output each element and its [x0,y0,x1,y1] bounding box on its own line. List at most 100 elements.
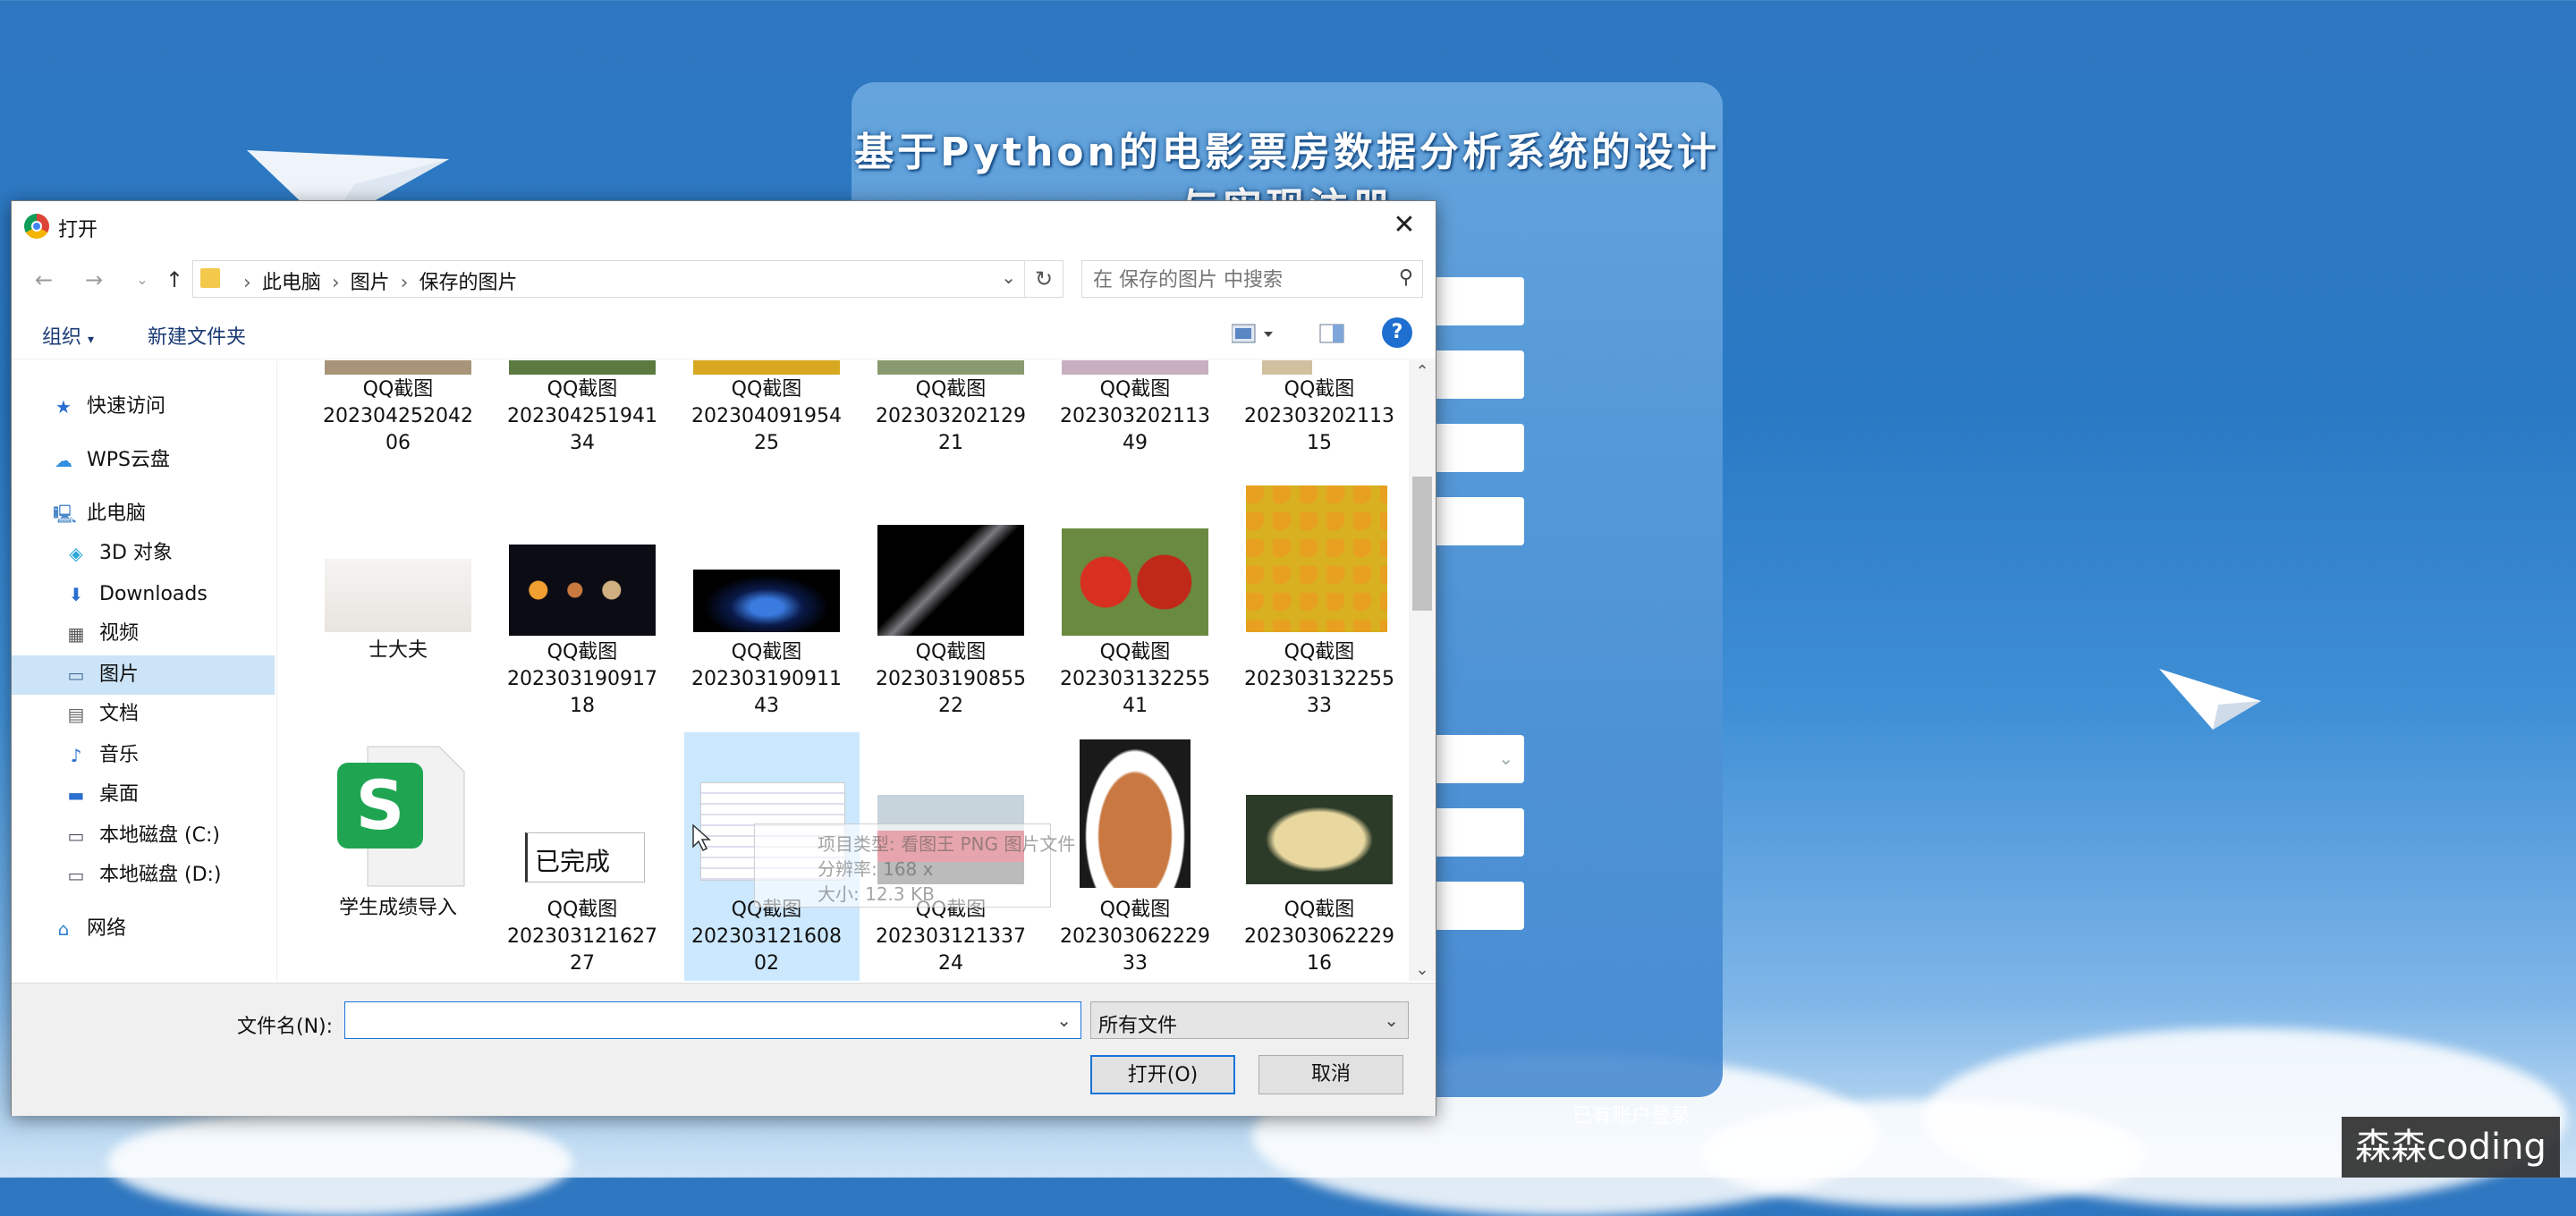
file-item[interactable]: QQ截图 202303121627 27 [495,897,670,977]
file-thumbnail [877,360,1024,375]
open-button[interactable]: 打开(O) [1090,1055,1235,1094]
search-box[interactable]: ⚲ [1081,260,1423,298]
sidebar-item-downloads[interactable]: ⬇ Downloads [12,575,275,614]
vertical-scrollbar[interactable]: ⌃ ⌄ [1409,360,1436,981]
cloud [1699,1100,2147,1207]
file-item[interactable]: QQ截图 202303121608 02 [679,897,854,977]
sidebar-item-drive-d[interactable]: ▭ 本地磁盘 (D:) [12,856,275,895]
file-name: 202303121608 [691,925,842,948]
chevron-down-icon[interactable]: ⌄ [1001,266,1016,288]
help-icon[interactable]: ? [1382,317,1412,348]
sidebar-item-label: 本地磁盘 (D:) [99,864,222,886]
new-folder-button[interactable]: 新建文件夹 [148,321,246,350]
chevron-right-icon: › [331,272,340,294]
login-link[interactable]: 已有账户登录 [1572,1100,1690,1128]
file-name: 33 [1123,952,1148,975]
forward-arrow-icon[interactable]: → [78,264,110,296]
register-field[interactable] [1431,350,1524,399]
thumbnail-text: 已完成 [535,847,611,876]
sidebar-item-music[interactable]: ♪ 音乐 [12,736,275,775]
file-name: 202303062229 [1060,925,1210,948]
back-arrow-icon[interactable]: ← [28,264,60,296]
preview-pane-icon[interactable] [1319,321,1346,346]
up-arrow-icon[interactable]: ↑ [158,264,191,296]
search-input[interactable] [1091,266,1381,293]
file-item[interactable]: QQ截图 202303132255 33 [1232,639,1407,720]
sidebar-item-desktop[interactable]: ▬ 桌面 [12,775,275,815]
close-button[interactable]: ✕ [1373,201,1436,249]
chevron-right-icon: › [400,272,409,294]
chevron-right-icon: › [243,272,251,294]
sidebar-item-network[interactable]: ⌂ 网络 [12,909,275,949]
file-name: 43 [754,695,779,717]
register-select[interactable]: ⌄ [1431,735,1524,783]
sidebar-item-label: 网络 [87,917,127,940]
chevron-down-icon[interactable]: ⌄ [1412,960,1432,979]
file-item[interactable]: 士大夫 [310,638,486,664]
file-item[interactable]: QQ截图 202304091954 25 [679,376,854,457]
file-name: 202303190917 [507,668,657,690]
file-name: 202304251941 [507,405,657,427]
sidebar-item-3d-objects[interactable]: ◈ 3D 对象 [12,534,275,573]
sidebar-item-this-pc[interactable]: 🖳 此电脑 [12,494,275,534]
view-options-icon[interactable] [1231,321,1273,346]
filename-input[interactable] [352,1008,1036,1034]
register-field[interactable] [1431,808,1524,857]
file-item[interactable]: QQ截图 202303190911 43 [679,639,854,720]
breadcrumb-item[interactable]: 保存的图片 [419,272,517,294]
filetype-select[interactable]: 所有文件 ⌄ [1090,1001,1409,1039]
mouse-cursor-icon [692,823,711,852]
chevron-down-icon: ⌄ [1384,1009,1399,1031]
file-item[interactable]: QQ截图 202304252042 06 [310,376,486,457]
sidebar-item-quick-access[interactable]: ★ 快速访问 [12,387,275,426]
sidebar-item-documents[interactable]: ▤ 文档 [12,695,275,734]
sidebar-item-videos[interactable]: ▦ 视频 [12,614,275,654]
file-thumbnail [693,570,840,632]
file-name: QQ截图 [1284,378,1355,401]
refresh-icon[interactable]: ↻ [1024,261,1063,297]
chevron-up-icon[interactable]: ⌃ [1412,362,1432,381]
tooltip-size: 大小: 12.3 KB [818,883,935,905]
drag-tooltip: 项目类型: 看图王 PNG 图片文件 分辨率: 168 x 大小: 12.3 K… [754,823,1075,908]
register-field[interactable] [1431,882,1524,930]
sidebar-item-wps-cloud[interactable]: ☁ WPS云盘 [12,441,275,480]
register-field[interactable] [1431,497,1524,545]
file-name: QQ截图 [915,378,987,401]
file-item[interactable]: QQ截图 202303062229 16 [1232,897,1407,977]
search-icon[interactable]: ⚲ [1399,266,1413,289]
recent-dropdown-icon[interactable]: ⌄ [126,264,158,296]
breadcrumb-item[interactable]: 图片 [351,272,390,294]
breadcrumb-item[interactable]: 此电脑 [262,272,321,294]
sidebar-item-label: 本地磁盘 (C:) [99,824,220,847]
file-item[interactable]: QQ截图 202303190855 22 [863,639,1038,720]
file-item[interactable]: QQ截图 202303190917 18 [495,639,670,720]
organize-button[interactable]: 组织 ▾ [42,321,94,350]
file-item[interactable]: QQ截图 202303202113 15 [1232,376,1407,457]
file-item[interactable]: QQ截图 202303132255 41 [1047,639,1223,720]
scrollbar-thumb[interactable] [1412,477,1432,611]
file-name: QQ截图 [547,378,618,401]
address-bar[interactable]: › 此电脑 › 图片 › 保存的图片 ⌄ ↻ [192,260,1063,298]
filename-combobox[interactable]: ⌄ [344,1001,1081,1039]
chevron-down-icon: ⌄ [1498,747,1513,769]
file-item[interactable]: QQ截图 202303202113 49 [1047,376,1223,457]
file-item[interactable]: 学生成绩导入 [310,895,486,922]
spreadsheet-file-icon: S [337,746,465,887]
file-name: 22 [938,695,963,717]
sidebar-item-label: 音乐 [99,744,140,766]
file-item[interactable]: QQ截图 202303121337 24 [863,897,1038,977]
cloud [107,1109,572,1216]
sidebar-item-pictures[interactable]: ▭ 图片 [12,655,275,695]
chevron-down-icon[interactable]: ⌄ [1056,1009,1072,1031]
file-item[interactable]: QQ截图 202303062229 33 [1047,897,1223,977]
file-name: 202304252042 [323,405,473,427]
file-name: QQ截图 [1099,378,1171,401]
cancel-button[interactable]: 取消 [1258,1055,1403,1094]
cube-icon: ◈ [69,543,83,564]
sidebar-item-drive-c[interactable]: ▭ 本地磁盘 (C:) [12,816,275,856]
register-field[interactable] [1431,424,1524,472]
file-item[interactable]: QQ截图 202303202129 21 [863,376,1038,457]
register-field[interactable] [1431,277,1524,325]
file-item[interactable]: QQ截图 202304251941 34 [495,376,670,457]
tooltip-resolution: 分辨率: 168 x [818,858,934,880]
